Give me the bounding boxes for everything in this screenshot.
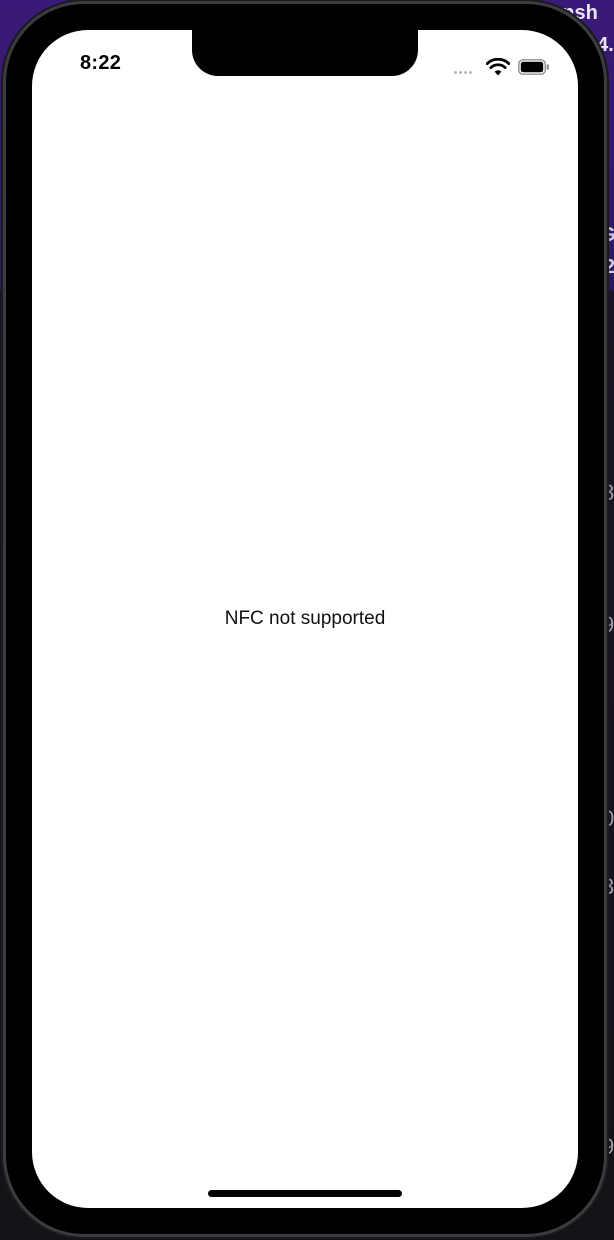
wifi-icon [486,58,510,76]
cellular-signal-icon [454,71,478,75]
iphone-frame: 8:22 NFC not supported [6,4,604,1234]
camera-notch [192,30,418,76]
app-screen: 8:22 NFC not supported [32,30,578,1208]
status-bar-time: 8:22 [80,52,122,74]
background-text-fragment: 2 [604,256,614,278]
home-indicator[interactable] [208,1190,402,1197]
nfc-status-message: NFC not supported [224,608,386,629]
battery-icon [518,59,549,75]
